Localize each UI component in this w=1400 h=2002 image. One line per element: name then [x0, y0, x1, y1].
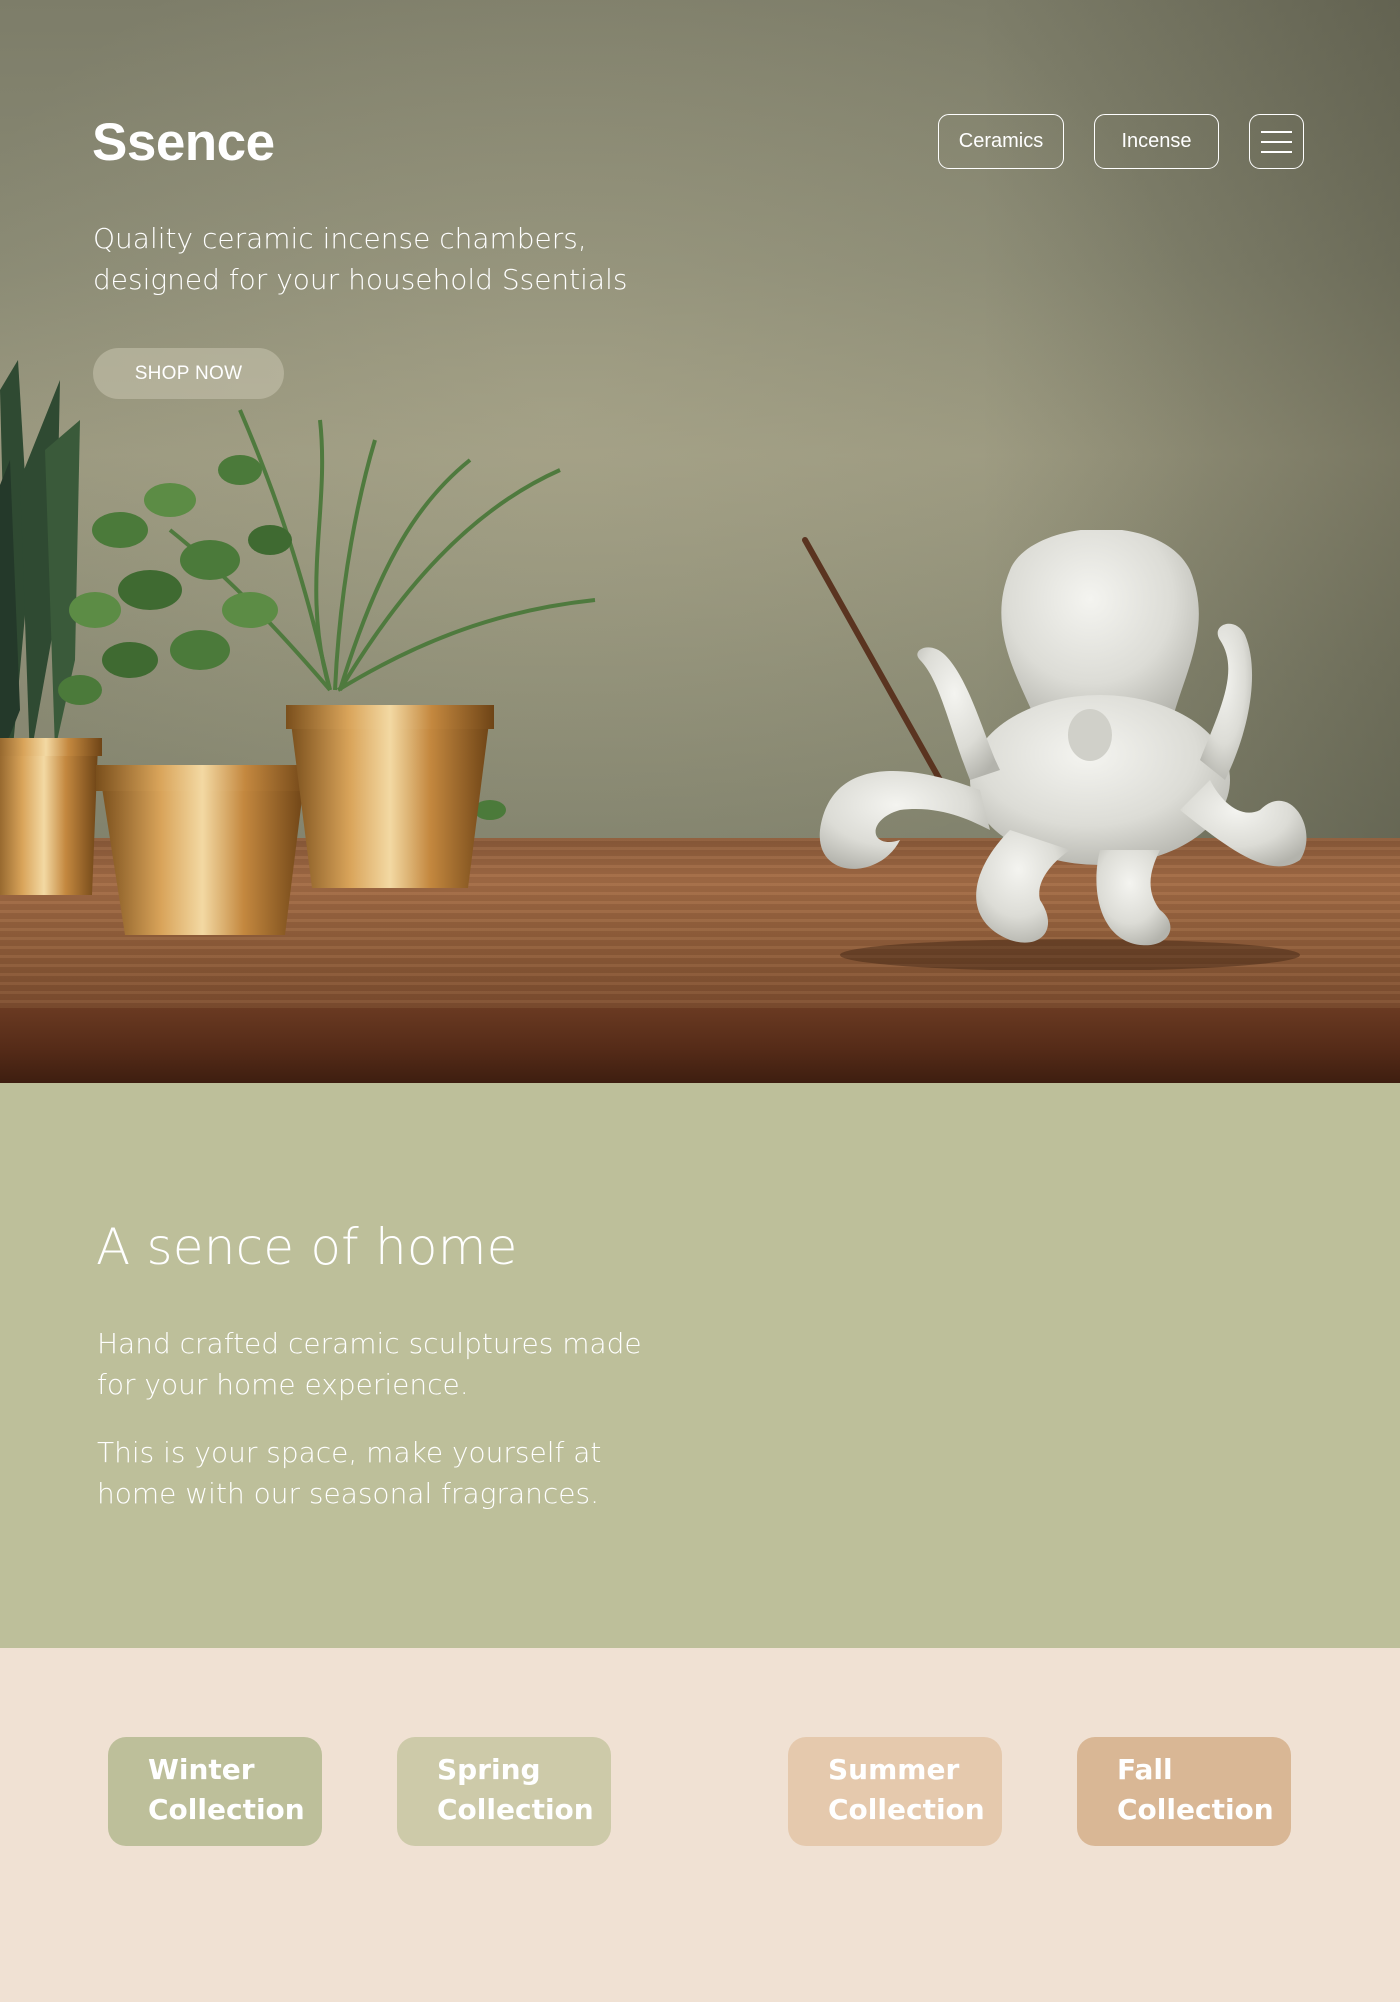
- collections-section: Winter Collection Spring Collection Summ…: [0, 1648, 1400, 2002]
- about-section: A sence of home Hand crafted ceramic scu…: [0, 1083, 1400, 1648]
- collection-suffix: Collection: [148, 1793, 305, 1826]
- winter-collection-button[interactable]: Winter Collection: [108, 1737, 322, 1846]
- potted-plants-image: [0, 360, 596, 935]
- menu-line: [1261, 140, 1292, 143]
- menu-line: [1261, 150, 1292, 153]
- collection-name: Summer: [828, 1753, 960, 1786]
- about-paragraph-1: Hand crafted ceramic sculptures made for…: [97, 1327, 642, 1401]
- hamburger-menu-icon[interactable]: [1249, 114, 1304, 169]
- brand-logo[interactable]: Ssence: [92, 112, 275, 173]
- collection-name: Fall: [1117, 1753, 1173, 1786]
- about-paragraph-2: This is your space, make yourself at hom…: [97, 1436, 602, 1510]
- summer-collection-button[interactable]: Summer Collection: [788, 1737, 1002, 1846]
- hero-section: Ssence Quality ceramic incense chambers,…: [0, 0, 1400, 1083]
- collection-name: Spring: [437, 1753, 541, 1786]
- menu-line: [1261, 130, 1292, 133]
- collection-suffix: Collection: [1117, 1793, 1274, 1826]
- nav-incense-button[interactable]: Incense: [1094, 114, 1219, 169]
- spring-collection-button[interactable]: Spring Collection: [397, 1737, 611, 1846]
- wooden-table-edge: [0, 1008, 1400, 1083]
- about-heading: A sence of home: [96, 1218, 518, 1276]
- collection-suffix: Collection: [828, 1793, 985, 1826]
- collection-name: Winter: [148, 1753, 255, 1786]
- collection-suffix: Collection: [437, 1793, 594, 1826]
- nav-ceramics-button[interactable]: Ceramics: [938, 114, 1064, 169]
- fall-collection-button[interactable]: Fall Collection: [1077, 1737, 1291, 1846]
- shop-now-button[interactable]: SHOP NOW: [93, 348, 284, 399]
- hero-tagline: Quality ceramic incense chambers, design…: [93, 222, 628, 296]
- octopus-incense-holder-image: [802, 530, 1307, 970]
